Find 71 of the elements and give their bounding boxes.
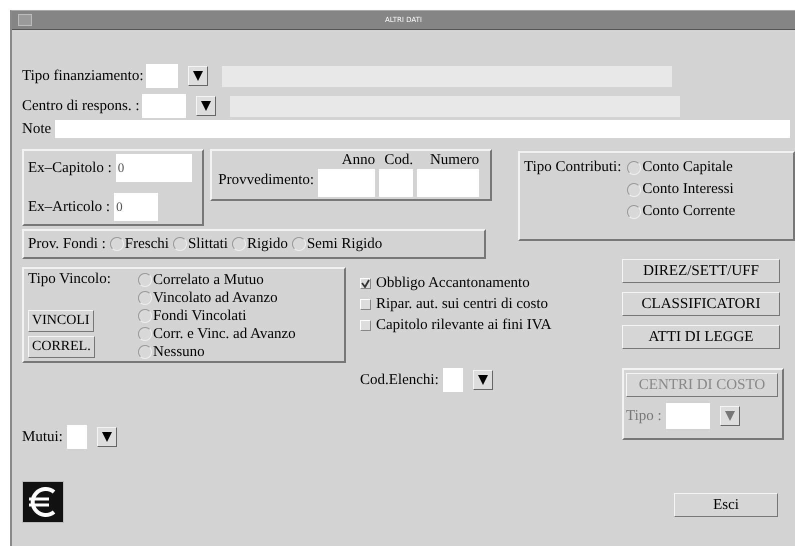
caret-icon bbox=[192, 70, 203, 82]
field-label: Mutui: bbox=[22, 428, 63, 446]
option-label: Correlato a Mutuo bbox=[153, 271, 264, 289]
option-label: Nessuno bbox=[153, 343, 205, 361]
option-label: Conto Interessi bbox=[642, 181, 734, 198]
radio-button[interactable] bbox=[627, 160, 642, 174]
checkbox-label: Capitolo rilevante ai fini IVA bbox=[376, 317, 552, 334]
radio-button[interactable] bbox=[110, 237, 124, 251]
field-label: Tipo finanziamento: bbox=[22, 68, 144, 84]
action-button[interactable]: DIREZ/SETT/UFF bbox=[622, 259, 780, 283]
field-label: Ex–Articolo : bbox=[28, 198, 110, 216]
dropdown-button[interactable] bbox=[196, 96, 216, 116]
radio-button[interactable] bbox=[138, 309, 152, 323]
radio-button[interactable] bbox=[627, 182, 642, 196]
input-field[interactable] bbox=[318, 169, 376, 197]
input-field[interactable] bbox=[379, 169, 414, 197]
input-field[interactable] bbox=[146, 64, 178, 88]
caret-icon bbox=[724, 410, 735, 422]
input-field[interactable] bbox=[142, 94, 186, 118]
field-label: Cod.Elenchi: bbox=[360, 372, 439, 388]
input-field[interactable] bbox=[666, 403, 710, 429]
option-label: Freschi bbox=[124, 236, 169, 252]
radio-button[interactable] bbox=[138, 291, 152, 305]
field-label: Centro di respons. : bbox=[22, 98, 140, 114]
input-field[interactable] bbox=[66, 425, 87, 449]
field-label: Note bbox=[22, 120, 52, 138]
radio-button[interactable] bbox=[627, 204, 642, 218]
option-label: Fondi Vincolati bbox=[153, 307, 246, 325]
radio-button[interactable] bbox=[138, 327, 152, 341]
field-label: Tipo : bbox=[626, 408, 662, 424]
option-label: Rigido bbox=[246, 236, 288, 252]
column-label: Numero bbox=[430, 152, 480, 169]
window-menu-icon[interactable] bbox=[18, 14, 32, 26]
dropdown-button[interactable] bbox=[96, 427, 117, 447]
option-label: Conto Corrente bbox=[642, 203, 736, 220]
caret-icon bbox=[478, 374, 488, 386]
option-label: Conto Capitale bbox=[642, 159, 733, 176]
checkbox[interactable] bbox=[360, 278, 371, 289]
input-field[interactable]: 0 bbox=[114, 193, 158, 221]
field-label: Provvedimento: bbox=[218, 172, 314, 189]
option-label: Slittati bbox=[188, 236, 228, 252]
action-button[interactable]: CLASSIFICATORI bbox=[622, 292, 780, 316]
radio-button[interactable] bbox=[172, 237, 187, 251]
euro-icon[interactable] bbox=[22, 481, 64, 523]
note-field[interactable] bbox=[55, 120, 790, 138]
field-label: Tipo Contributi: bbox=[524, 159, 622, 177]
dropdown-button[interactable] bbox=[472, 370, 493, 390]
action-button[interactable]: CORREL. bbox=[28, 336, 95, 358]
dropdown-button[interactable] bbox=[188, 66, 208, 86]
option-label: Corr. e Vinc. ad Avanzo bbox=[153, 325, 296, 343]
action-button[interactable]: ATTI DI LEGGE bbox=[622, 325, 780, 349]
option-label: Vincolato ad Avanzo bbox=[153, 289, 278, 307]
input-field[interactable]: 0 bbox=[116, 154, 192, 182]
checkbox-label: Ripar. aut. sui centri di costo bbox=[376, 296, 548, 313]
input-field[interactable] bbox=[417, 169, 480, 197]
input-field[interactable] bbox=[442, 368, 463, 392]
field-label: Prov. Fondi : bbox=[28, 236, 106, 252]
checkbox-label: Obbligo Accantonamento bbox=[376, 275, 530, 292]
column-label: Anno bbox=[342, 152, 376, 169]
field-label: Tipo Vincolo: bbox=[28, 271, 112, 288]
column-label: Cod. bbox=[384, 152, 414, 169]
exit-button[interactable]: Esci bbox=[674, 493, 778, 517]
radio-button[interactable] bbox=[232, 237, 246, 251]
radio-button[interactable] bbox=[138, 273, 152, 287]
option-label: Semi Rigido bbox=[306, 236, 382, 252]
caret-icon bbox=[200, 100, 210, 112]
radio-button[interactable] bbox=[138, 345, 152, 359]
action-button[interactable]: VINCOLI bbox=[28, 310, 94, 332]
caret-icon bbox=[102, 431, 112, 443]
field-label: Ex–Capitolo : bbox=[28, 160, 112, 176]
radio-button[interactable] bbox=[292, 237, 306, 251]
